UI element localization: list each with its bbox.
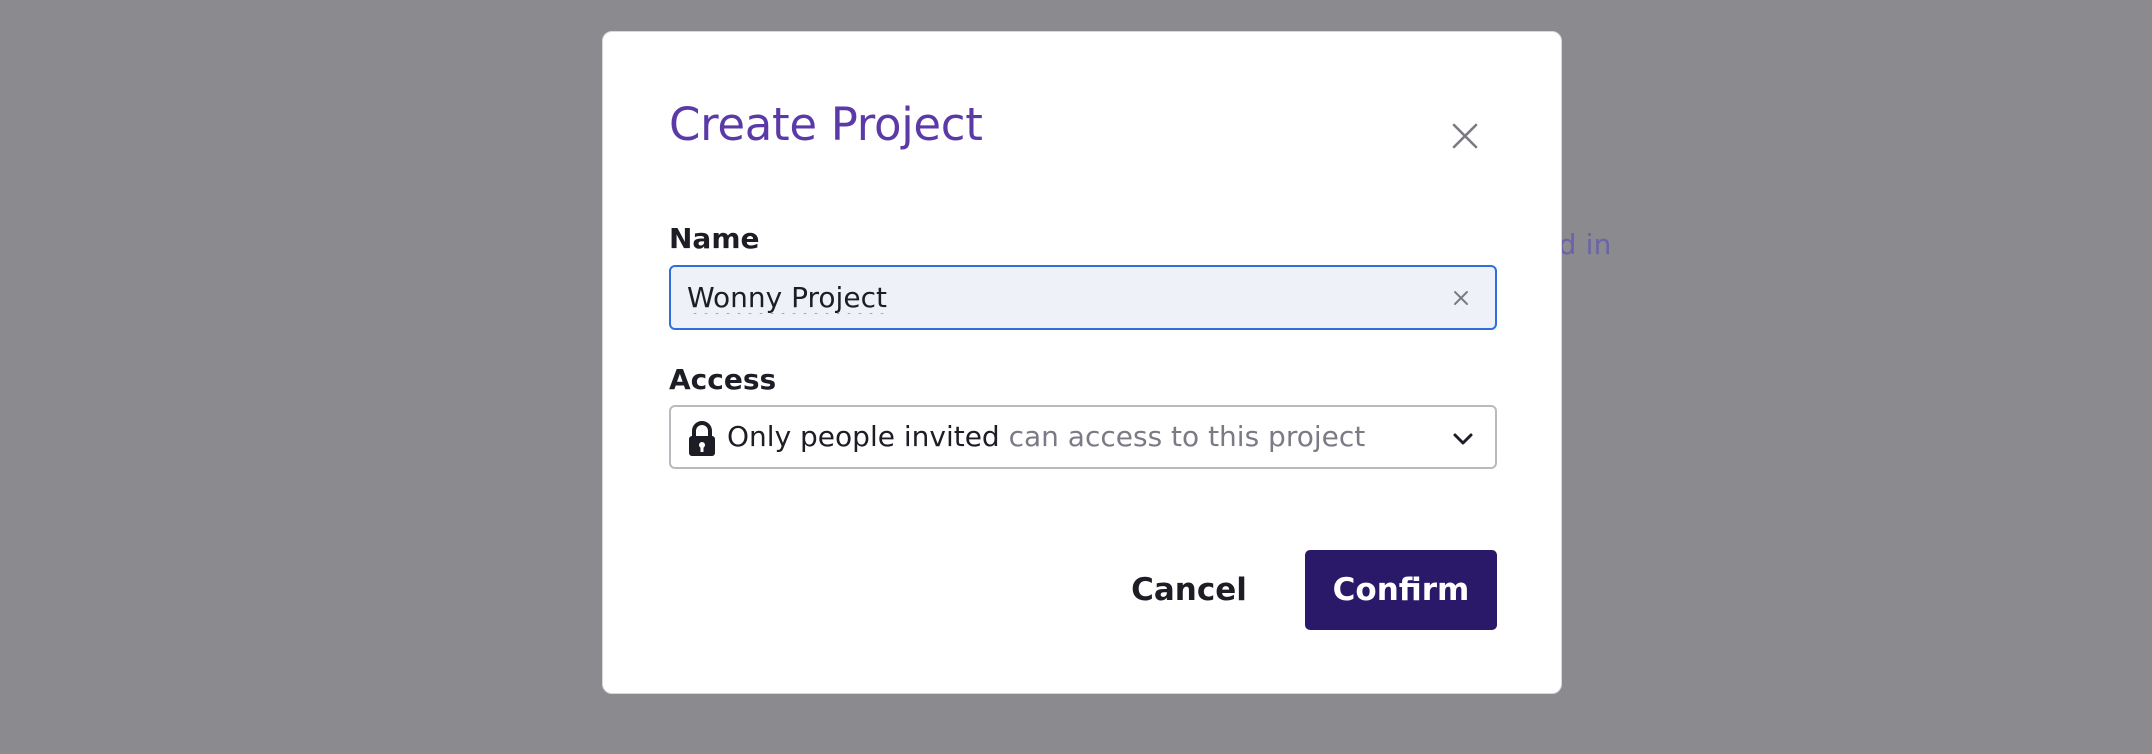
access-select[interactable]: Only people invited can access to this p…	[669, 405, 1497, 469]
chevron-down-icon	[1453, 433, 1473, 445]
access-value-secondary: can access to this project	[1008, 420, 1366, 453]
cancel-button[interactable]: Cancel	[1099, 550, 1279, 630]
dialog-title: Create Project	[669, 98, 983, 151]
close-button[interactable]	[1441, 112, 1489, 160]
access-selected-value: Only people invited can access to this p…	[727, 407, 1365, 467]
confirm-button[interactable]: Confirm	[1305, 550, 1497, 630]
clear-name-button[interactable]	[1447, 284, 1475, 312]
name-field	[669, 265, 1497, 330]
name-input[interactable]	[687, 267, 1427, 328]
access-label: Access	[669, 363, 777, 396]
close-icon	[1452, 123, 1478, 149]
create-project-dialog: Create Project Name Access Only people i…	[602, 31, 1562, 694]
lock-icon	[689, 421, 715, 456]
name-label: Name	[669, 222, 760, 255]
access-value-primary: Only people invited	[727, 420, 1000, 453]
clear-icon	[1454, 291, 1468, 305]
